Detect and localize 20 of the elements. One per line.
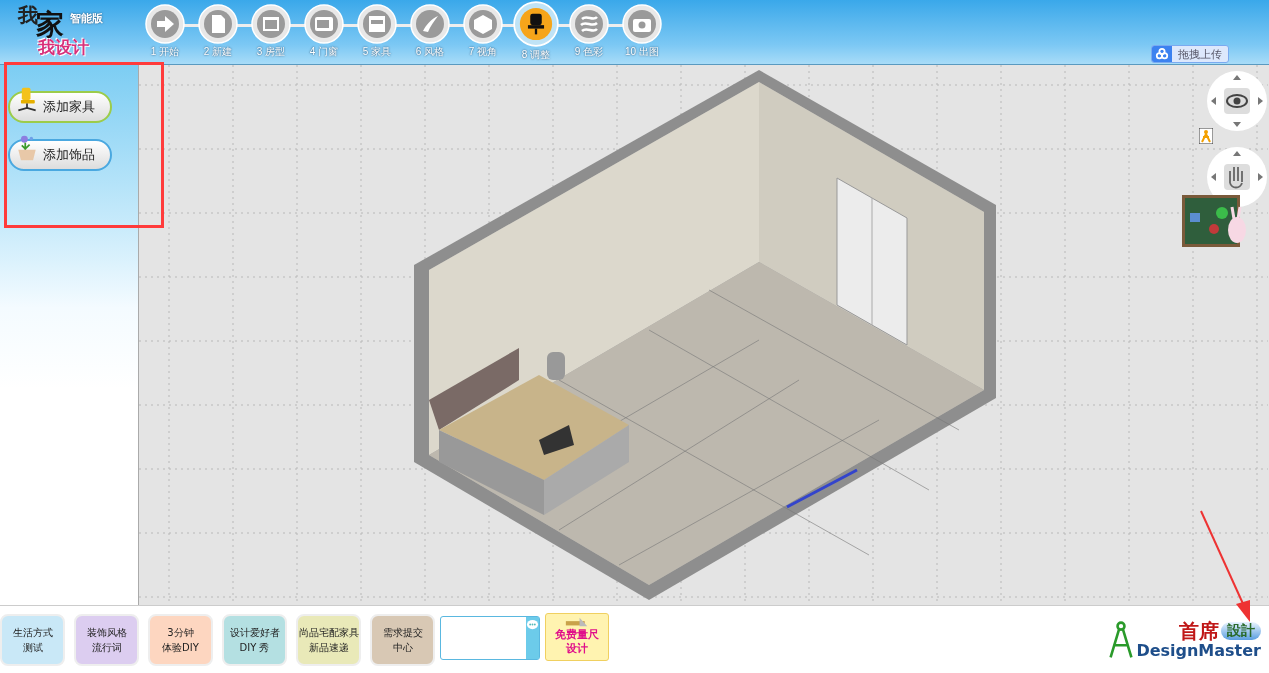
brand-badge: 設計 <box>1221 621 1261 640</box>
chair-icon <box>513 1 559 47</box>
measure-design-button[interactable]: 免费量尺 设计 <box>545 612 609 661</box>
view-rotate-control[interactable] <box>1207 71 1267 131</box>
message-field[interactable] <box>440 615 540 660</box>
menu-tile[interactable]: 需求提交 中心 <box>370 613 435 666</box>
edition-label: 智能版 <box>70 11 103 26</box>
menu-tile[interactable]: 生活方式 测试 <box>0 613 65 666</box>
chat-bubble-icon <box>526 618 539 631</box>
person-icon[interactable] <box>1199 128 1213 144</box>
menu-tile[interactable]: 3分钟 体验DIY <box>148 613 213 666</box>
chalkboard-rabbit-icon[interactable] <box>1182 195 1247 250</box>
upload-button[interactable]: 拖拽上传 <box>1151 45 1229 63</box>
brand-name: DesignMaster <box>1136 641 1261 660</box>
logo-text: 我 <box>18 2 38 27</box>
menu-tile[interactable]: 尚品宅配家具 新品速递 <box>296 613 361 666</box>
brand-name: 首席 <box>1179 619 1219 642</box>
menu-tile[interactable]: 装饰风格 流行词 <box>74 613 139 666</box>
compass-logo-icon <box>1108 618 1135 661</box>
menu-tile[interactable]: 设计爱好者 DIY 秀 <box>222 613 287 666</box>
